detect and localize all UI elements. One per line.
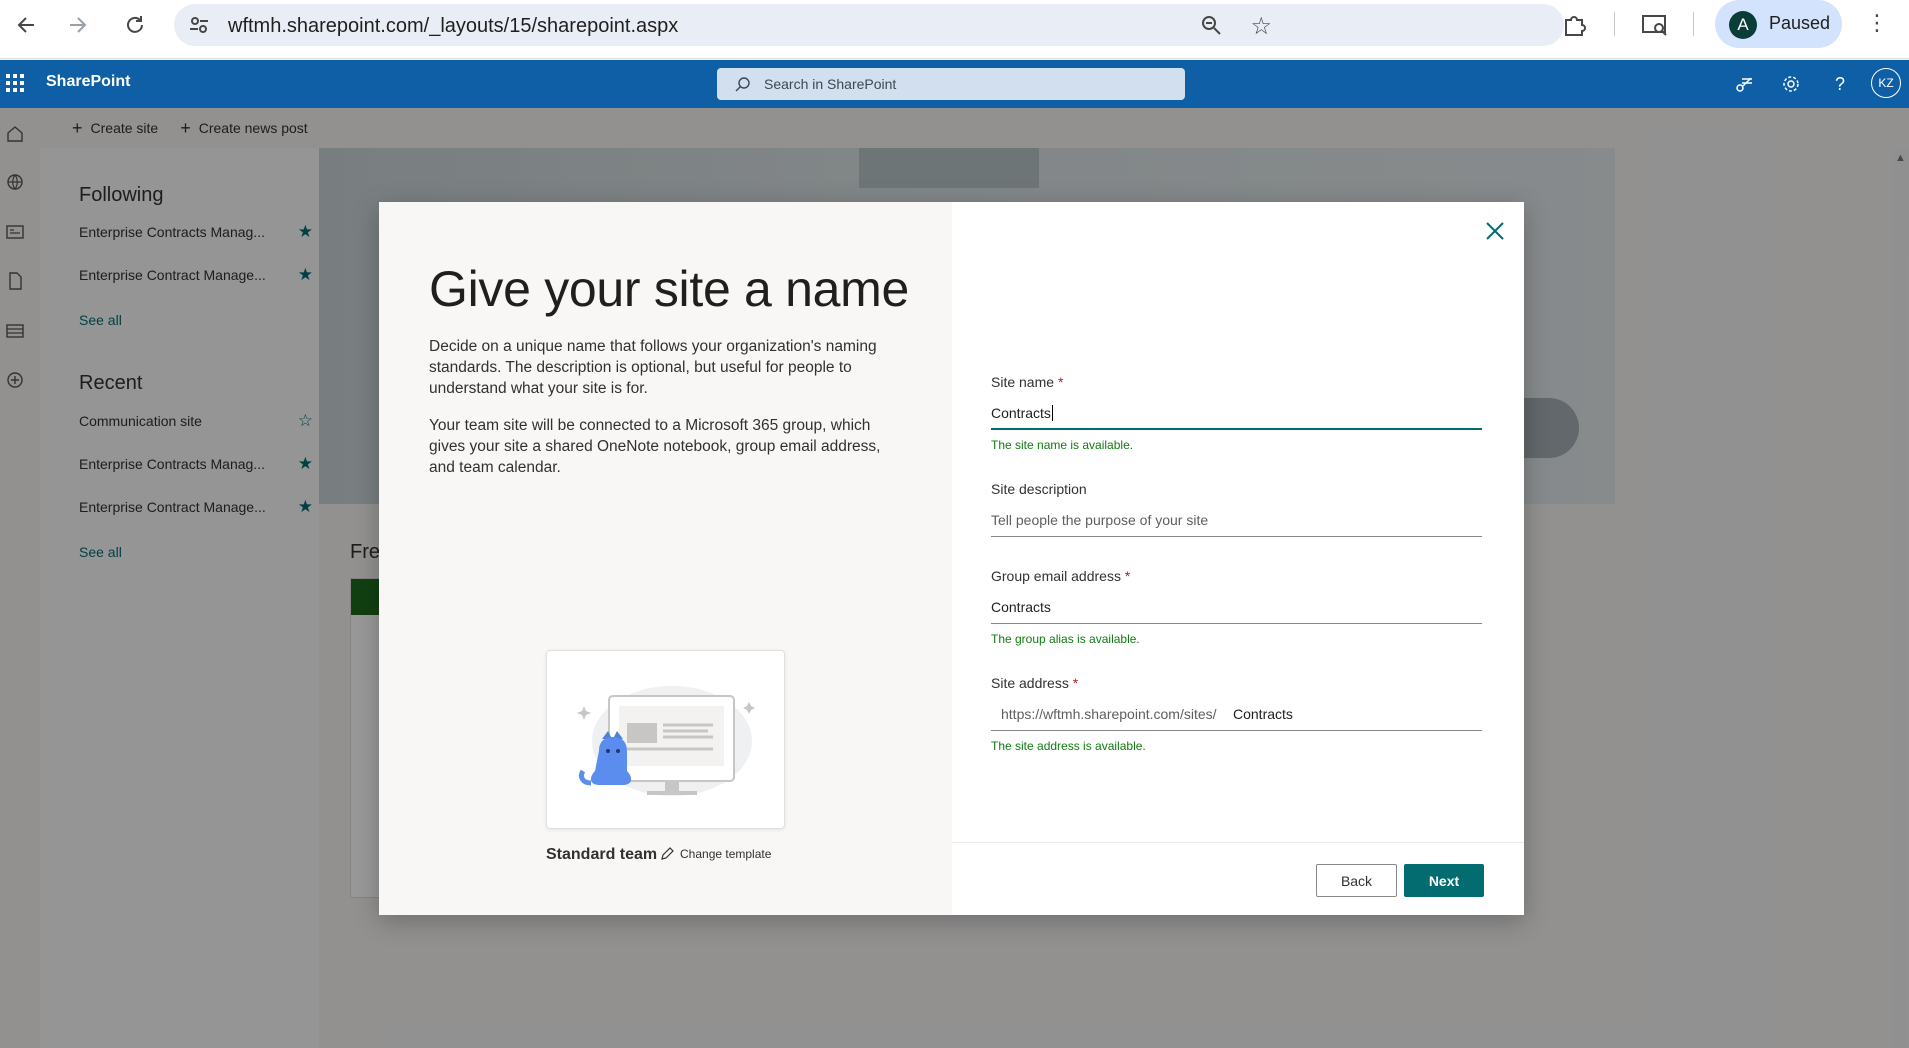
settings-gear-icon[interactable] xyxy=(1781,74,1801,94)
group-email-input[interactable]: Contracts xyxy=(991,599,1051,615)
zoom-icon[interactable] xyxy=(1200,14,1222,41)
site-description-label: Site description xyxy=(991,481,1087,497)
site-address-underline xyxy=(991,730,1482,731)
group-email-label: Group email address * xyxy=(991,568,1131,584)
dialog-description: Decide on a unique name that follows you… xyxy=(429,338,877,397)
browser-toolbar: wftmh.sharepoint.com/_layouts/15/sharepo… xyxy=(0,0,1909,59)
pencil-icon xyxy=(661,847,674,860)
dialog-footer-divider xyxy=(952,842,1524,843)
required-marker: * xyxy=(1072,675,1079,691)
site-name-status: The site name is available. xyxy=(991,438,1134,452)
user-avatar[interactable]: KZ xyxy=(1871,68,1901,98)
profile-avatar: A xyxy=(1729,11,1757,39)
group-email-status: The group alias is available. xyxy=(991,632,1140,646)
reload-icon[interactable] xyxy=(120,10,150,40)
site-address-status: The site address is available. xyxy=(991,739,1146,753)
extensions-icon[interactable] xyxy=(1561,12,1587,43)
more-menu-icon[interactable]: ⋮ xyxy=(1866,10,1888,36)
share-feedback-icon[interactable] xyxy=(1734,74,1754,94)
profile-button[interactable]: A Paused xyxy=(1715,0,1842,48)
template-name: Standard team xyxy=(546,846,658,863)
app-launcher-icon[interactable] xyxy=(6,74,24,92)
profile-status: Paused xyxy=(1769,13,1831,33)
site-name-underline xyxy=(991,428,1482,430)
site-address-label: Site address * xyxy=(991,675,1079,691)
create-site-dialog: Give your site a name Decide on a unique… xyxy=(379,202,1524,915)
site-description-underline xyxy=(991,536,1482,537)
dialog-title: Give your site a name xyxy=(429,261,910,317)
cast-search-icon[interactable] xyxy=(1641,12,1669,43)
site-address-input[interactable]: Contracts xyxy=(1233,706,1293,722)
next-button[interactable]: Next xyxy=(1404,864,1484,897)
back-icon[interactable] xyxy=(11,10,41,40)
site-address-prefix: https://wftmh.sharepoint.com/sites/ xyxy=(1001,706,1217,722)
site-settings-icon[interactable] xyxy=(188,14,210,36)
template-preview xyxy=(546,650,785,829)
suite-bar: SharePoint Search in SharePoint ? KZ xyxy=(0,60,1909,108)
dialog-description-group: Your team site will be connected to a Mi… xyxy=(429,417,881,476)
search-icon xyxy=(735,76,751,97)
close-icon[interactable] xyxy=(1482,218,1508,244)
address-bar[interactable]: wftmh.sharepoint.com/_layouts/15/sharepo… xyxy=(174,4,1564,46)
dialog-info-panel: Give your site a name Decide on a unique… xyxy=(379,202,952,915)
forward-icon[interactable] xyxy=(63,10,93,40)
change-template-label: Change template xyxy=(680,847,772,861)
site-name-label: Site name * xyxy=(991,374,1064,390)
change-template-link[interactable]: Change template xyxy=(660,847,771,861)
back-button[interactable]: Back xyxy=(1316,864,1397,897)
toolbar-divider xyxy=(1614,12,1615,36)
toolbar-divider xyxy=(1693,12,1694,36)
search-box[interactable]: Search in SharePoint xyxy=(717,68,1185,100)
search-placeholder: Search in SharePoint xyxy=(764,76,897,92)
required-marker: * xyxy=(1124,568,1131,584)
group-email-underline xyxy=(991,623,1482,624)
required-marker: * xyxy=(1057,374,1064,390)
url-text[interactable]: wftmh.sharepoint.com/_layouts/15/sharepo… xyxy=(228,15,678,38)
bookmark-star-icon[interactable]: ☆ xyxy=(1250,12,1272,41)
team-site-illustration xyxy=(577,686,755,796)
help-icon[interactable]: ? xyxy=(1830,74,1850,94)
site-name-input[interactable]: Contracts xyxy=(991,405,1053,421)
app-name[interactable]: SharePoint xyxy=(46,73,130,91)
site-description-input[interactable]: Tell people the purpose of your site xyxy=(991,512,1208,528)
